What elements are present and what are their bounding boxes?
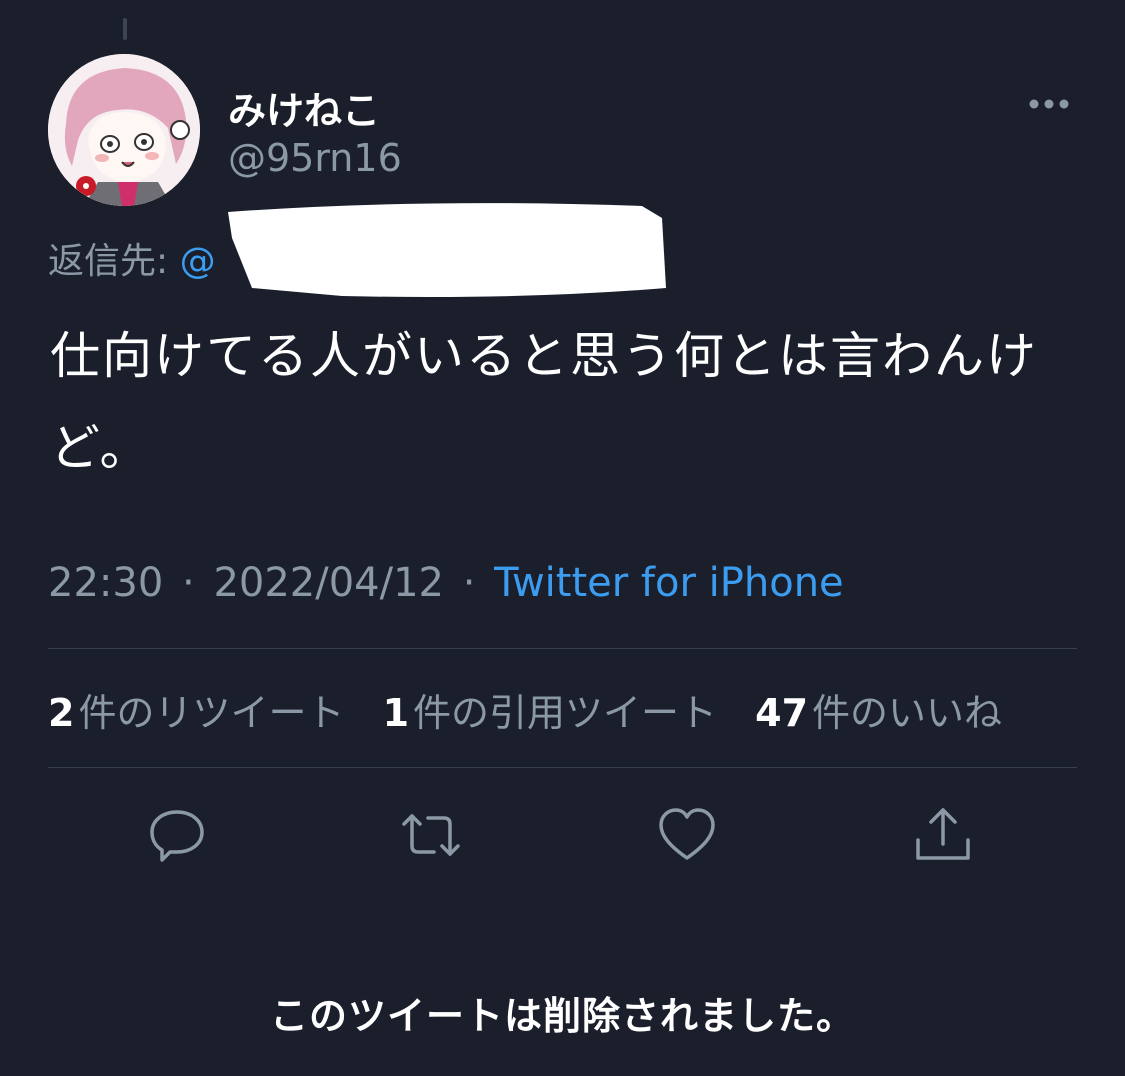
author-handle[interactable]: @95rn16: [228, 136, 402, 180]
retweets-count: 2: [48, 691, 75, 735]
reply-icon[interactable]: [146, 804, 208, 866]
thread-connector-line: [123, 18, 127, 40]
quotes-count: 1: [382, 691, 410, 735]
reply-to-line: 返信先: @: [48, 232, 216, 284]
tweet-source-link[interactable]: Twitter for iPhone: [494, 560, 844, 606]
retweets-label: 件のリツイート: [78, 691, 345, 735]
tweet-time: 22:30: [48, 560, 164, 606]
author-display-name[interactable]: みけねこ: [228, 80, 380, 135]
retweet-icon[interactable]: [400, 804, 462, 866]
meta-separator: ·: [182, 560, 195, 606]
quotes-stat[interactable]: 1 件の引用ツイート: [383, 682, 717, 737]
share-icon[interactable]: [912, 804, 974, 866]
likes-label: 件のいいね: [812, 691, 1003, 735]
avatar[interactable]: [48, 54, 200, 206]
engagement-stats: 2 件のリツイート 1 件の引用ツイート 47 件のいいね: [48, 682, 1028, 737]
likes-stat[interactable]: 47 件のいいね: [755, 682, 1002, 737]
tweet-text: 仕向けてる人がいると思う何とは言わんけど。: [50, 327, 1038, 477]
redaction-scribble: [222, 198, 668, 302]
divider: [48, 648, 1077, 649]
reply-to-label: 返信先:: [48, 241, 169, 282]
tweet-metadata: 22:30 · 2022/04/12 · Twitter for iPhone: [48, 560, 844, 606]
more-options-icon[interactable]: [1026, 92, 1072, 116]
quotes-label: 件の引用ツイート: [413, 691, 718, 735]
divider: [48, 767, 1077, 768]
retweets-stat[interactable]: 2 件のリツイート: [48, 682, 344, 737]
avatar-illustration: [48, 54, 200, 206]
tweet-deleted-notice: このツイートは削除されました。: [269, 994, 855, 1038]
meta-separator: ·: [462, 560, 476, 606]
likes-count: 47: [755, 691, 809, 735]
reply-to-mention[interactable]: @: [180, 241, 216, 282]
like-icon[interactable]: [656, 804, 718, 866]
tweet-date: 2022/04/12: [213, 560, 444, 606]
